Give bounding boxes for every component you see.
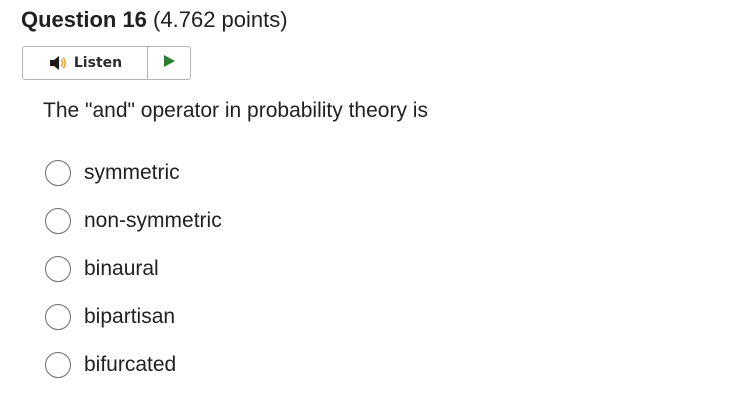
option-label: bipartisan: [84, 305, 176, 328]
question-points: (4.762 points): [153, 7, 288, 32]
question-header: Question 16 (4.762 points): [21, 6, 288, 34]
answer-option[interactable]: binaural: [45, 254, 345, 284]
radio-button[interactable]: [45, 208, 71, 234]
radio-button[interactable]: [45, 304, 71, 330]
listen-label: Listen: [73, 55, 123, 71]
option-label: bifurcated: [84, 353, 177, 376]
listen-button[interactable]: Listen: [23, 47, 148, 79]
answer-option[interactable]: symmetric: [45, 158, 345, 188]
listen-toolbar: Listen: [22, 46, 191, 80]
answer-option[interactable]: bipartisan: [45, 302, 345, 332]
radio-button[interactable]: [45, 160, 71, 186]
speaker-icon: [48, 55, 68, 71]
option-label: non-symmetric: [84, 209, 222, 232]
answer-option[interactable]: non-symmetric: [45, 206, 345, 236]
question-title: Question 16: [21, 7, 147, 32]
play-icon: [162, 54, 176, 73]
question-text: The "and" operator in probability theory…: [43, 99, 428, 122]
play-button[interactable]: [148, 47, 190, 79]
option-label: symmetric: [84, 161, 180, 184]
radio-button[interactable]: [45, 352, 71, 378]
answer-option[interactable]: bifurcated: [45, 350, 345, 380]
option-label: binaural: [84, 257, 159, 280]
radio-button[interactable]: [45, 256, 71, 282]
